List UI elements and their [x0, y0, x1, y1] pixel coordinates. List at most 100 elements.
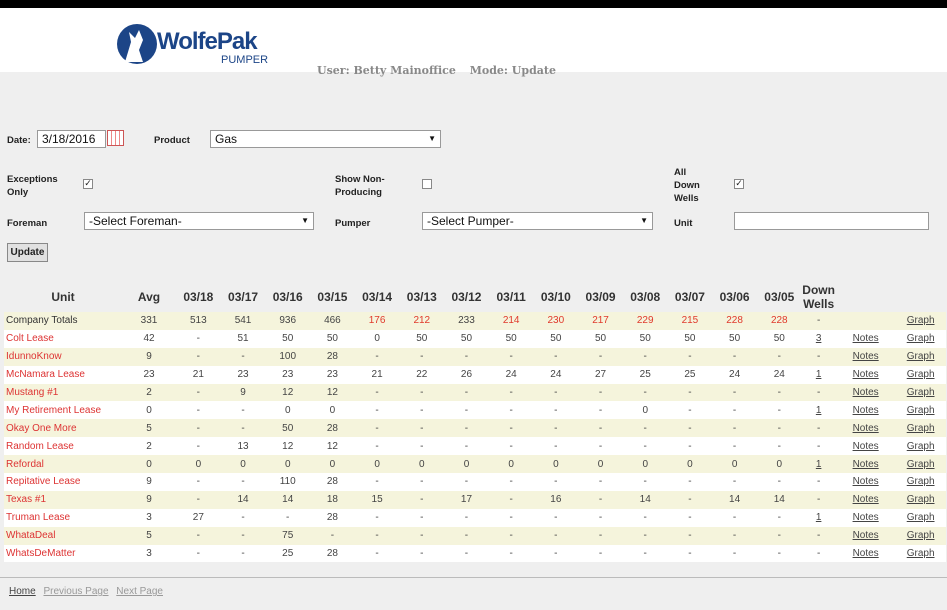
cell-value: 18 — [310, 490, 355, 509]
unit-link[interactable]: Random Lease — [6, 441, 74, 452]
unit-link[interactable]: WhataDeal — [6, 530, 55, 541]
cell-value: 21 — [176, 365, 221, 384]
unit-link[interactable]: Okay One More — [6, 423, 77, 434]
nonproducing-checkbox[interactable] — [422, 179, 432, 189]
notes-link[interactable]: Notes — [853, 459, 879, 470]
cell-value: - — [756, 526, 802, 545]
down-wells-link[interactable]: 3 — [816, 333, 822, 344]
cell-value: 14 — [265, 490, 311, 509]
divider — [0, 577, 947, 578]
notes-link[interactable]: Notes — [853, 441, 879, 452]
pumper-select[interactable]: -Select Pumper- ▼ — [422, 212, 653, 230]
graph-link[interactable]: Graph — [907, 459, 935, 470]
unit-link[interactable]: Refordal — [6, 459, 44, 470]
graph-link[interactable]: Graph — [907, 512, 935, 523]
unit-link[interactable]: WhatsDeMatter — [6, 548, 75, 559]
down-wells-link[interactable]: 1 — [816, 459, 822, 470]
unit-link[interactable]: Truman Lease — [6, 512, 70, 523]
cell-value: 50 — [712, 329, 757, 348]
notes-link[interactable]: Notes — [853, 530, 879, 541]
exceptions-checkbox[interactable]: ✓ — [83, 179, 93, 189]
notes-link[interactable]: Notes — [853, 351, 879, 362]
graph-link[interactable]: Graph — [907, 387, 935, 398]
graph-link[interactable]: Graph — [907, 351, 935, 362]
unit-link[interactable]: My Retirement Lease — [6, 405, 101, 416]
graph-cell: Graph — [895, 526, 946, 545]
cell-value: - — [488, 544, 534, 563]
cell-value: 0 — [712, 455, 757, 474]
cell-value: - — [176, 544, 221, 563]
cell-value: - — [488, 473, 534, 491]
calendar-icon[interactable] — [107, 130, 124, 146]
down-wells-link[interactable]: 1 — [816, 512, 822, 523]
unit-input[interactable] — [734, 212, 929, 230]
notes-link[interactable]: Notes — [853, 512, 879, 523]
cell-value: 15 — [354, 490, 400, 509]
cell-value: - — [712, 526, 757, 545]
table-row: Repitative Lease 9- -110 28- - - - - - - - - - - Notes… — [4, 473, 946, 491]
cell-value: - — [622, 473, 668, 491]
cell-value: 14 — [712, 490, 757, 509]
graph-link[interactable]: Graph — [907, 333, 935, 344]
foreman-select[interactable]: -Select Foreman- ▼ — [84, 212, 314, 230]
unit-cell: Colt Lease — [4, 329, 122, 348]
date-input[interactable]: 3/18/2016 — [37, 130, 106, 148]
cell-value: - — [756, 544, 802, 563]
update-button[interactable]: Update — [7, 243, 48, 262]
notes-link[interactable]: Notes — [853, 476, 879, 487]
down-wells-link[interactable]: 1 — [816, 369, 822, 380]
cell-value: 27 — [578, 365, 623, 384]
notes-link[interactable]: Notes — [853, 494, 879, 505]
cell-value: 50 — [667, 329, 713, 348]
cell-value: 25 — [622, 365, 668, 384]
column-header: 03/10 — [540, 290, 571, 304]
cell-value: 9 — [122, 473, 176, 491]
production-table: Unit Avg 03/18 03/17 03/16 03/15 03/14 03/13 03/… — [4, 282, 946, 563]
graph-cell: Graph — [895, 383, 946, 402]
previous-page-link[interactable]: Previous Page — [43, 586, 108, 597]
notes-link[interactable]: Notes — [853, 423, 879, 434]
notes-link[interactable]: Notes — [853, 387, 879, 398]
graph-link[interactable]: Graph — [907, 548, 935, 559]
cell-value: 0 — [354, 329, 400, 348]
notes-link[interactable]: Notes — [853, 369, 879, 380]
cell-value: - — [667, 473, 713, 491]
cell-value: - — [399, 383, 445, 402]
cell-value: - — [399, 490, 445, 509]
downwells-checkbox[interactable]: ✓ — [734, 179, 744, 189]
cell-value: 0 — [488, 455, 534, 474]
graph-link[interactable]: Graph — [907, 423, 935, 434]
product-select[interactable]: Gas ▼ — [210, 130, 441, 148]
cell-value: - — [578, 508, 623, 527]
unit-link[interactable]: Mustang #1 — [6, 387, 58, 398]
graph-link[interactable]: Graph — [907, 530, 935, 541]
unit-link[interactable]: McNamara Lease — [6, 369, 85, 380]
graph-link[interactable]: Graph — [907, 405, 935, 416]
notes-empty — [835, 312, 896, 330]
unit-link[interactable]: Texas #1 — [6, 494, 46, 505]
notes-link[interactable]: Notes — [853, 405, 879, 416]
notes-link[interactable]: Notes — [853, 548, 879, 559]
cell-value: 3 — [122, 508, 176, 527]
down-wells-link[interactable]: 1 — [816, 405, 822, 416]
graph-link[interactable]: Graph — [907, 441, 935, 452]
cell-value: 14 — [622, 490, 668, 509]
unit-link[interactable]: Repitative Lease — [6, 476, 81, 487]
graph-link[interactable]: Graph — [907, 315, 935, 326]
next-page-link[interactable]: Next Page — [116, 586, 163, 597]
unit-link[interactable]: Colt Lease — [6, 333, 54, 344]
graph-link[interactable]: Graph — [907, 494, 935, 505]
table-row: Truman Lease 3 27- -28- - - - - - - - - -1 Notes Graph — [4, 508, 946, 527]
cell-value: - — [354, 473, 400, 491]
cell-value: 215 — [667, 312, 713, 330]
graph-link[interactable]: Graph — [907, 476, 935, 487]
notes-link[interactable]: Notes — [853, 333, 879, 344]
home-link[interactable]: Home — [9, 586, 36, 597]
table-row: IdunnoKnow 9- -100 28- - - - - - - - - - - Notes Graph — [4, 347, 946, 366]
cell-value: 28 — [310, 347, 355, 366]
column-header: Unit — [51, 290, 75, 304]
unit-link[interactable]: IdunnoKnow — [6, 351, 62, 362]
graph-link[interactable]: Graph — [907, 369, 935, 380]
cell-value: 0 — [622, 401, 668, 420]
column-header: 03/17 — [228, 290, 259, 304]
